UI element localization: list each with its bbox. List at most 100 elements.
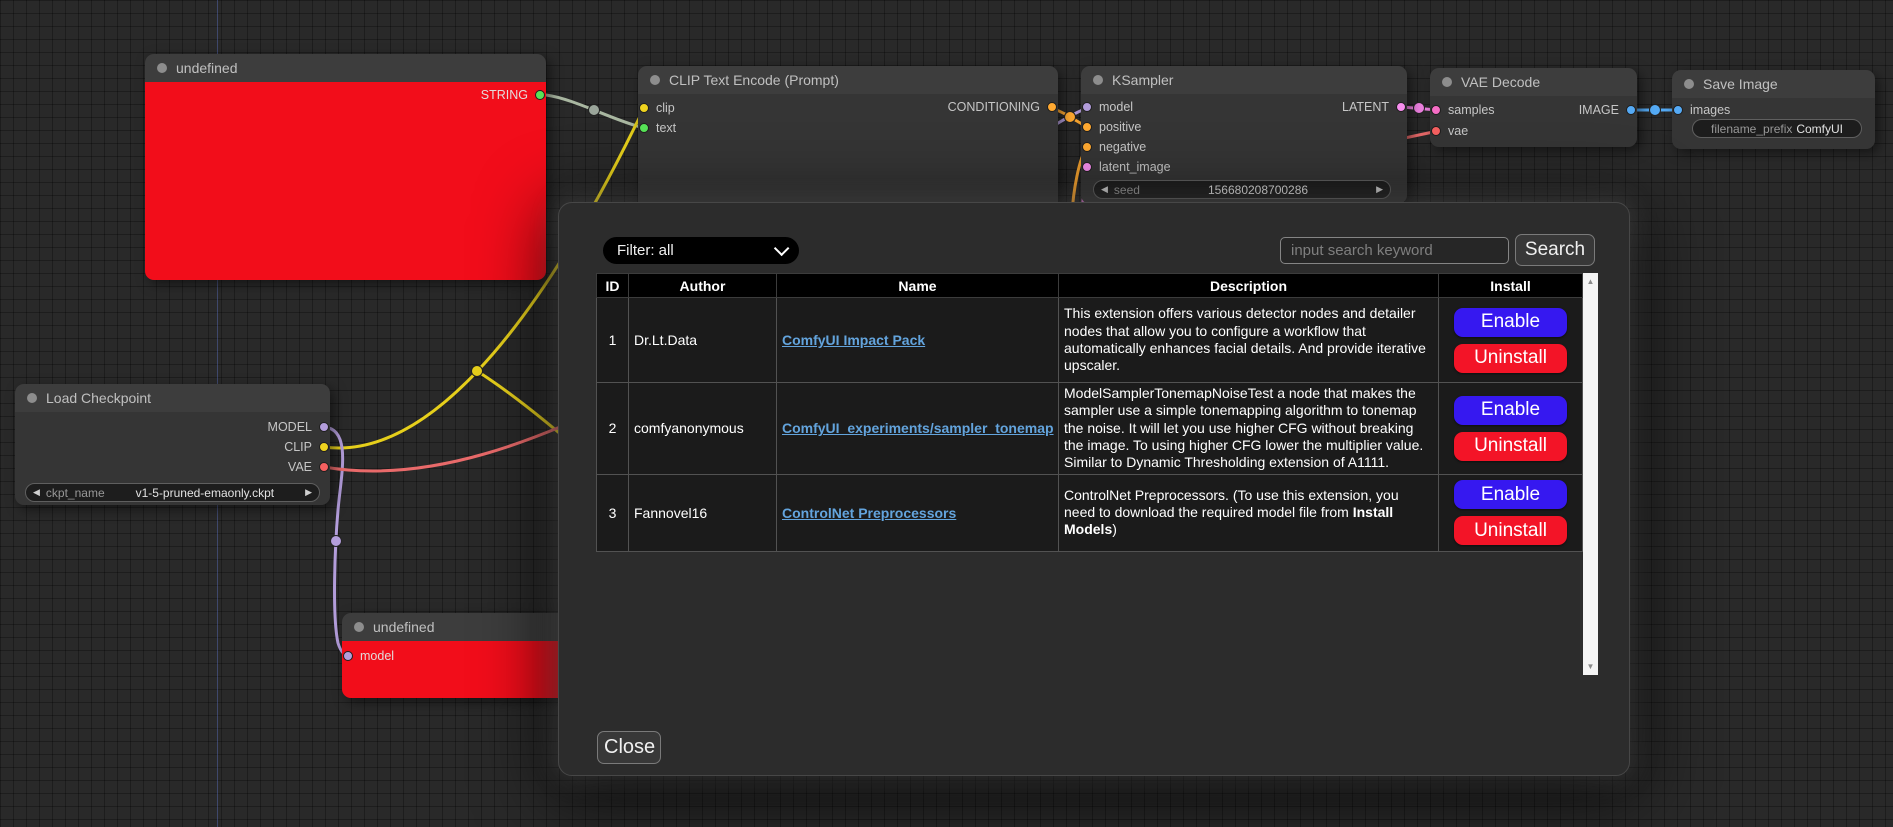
reroute-dot[interactable] xyxy=(589,105,600,116)
decrement-arrow-icon[interactable]: ◀ xyxy=(33,488,40,497)
node-ksampler[interactable]: KSampler model positive negative latent_… xyxy=(1081,66,1407,204)
collapse-dot-icon[interactable] xyxy=(27,393,37,403)
port-label: LATENT xyxy=(1342,100,1389,114)
port-label: IMAGE xyxy=(1579,103,1619,117)
collapse-dot-icon[interactable] xyxy=(1684,79,1694,89)
port-label: vae xyxy=(1448,124,1468,138)
node-header[interactable]: Save Image xyxy=(1672,70,1875,98)
node-clip-text-encode[interactable]: CLIP Text Encode (Prompt) clip text COND… xyxy=(638,66,1058,216)
node-title: Load Checkpoint xyxy=(46,390,151,406)
input-port-text[interactable] xyxy=(639,123,649,133)
table-row: 2 comfyanonymous ComfyUI_experiments/sam… xyxy=(597,383,1583,475)
node-header[interactable]: Load Checkpoint xyxy=(15,384,330,412)
port-label: model xyxy=(1099,100,1133,114)
filename-prefix-widget[interactable]: filename_prefix ComfyUI xyxy=(1692,119,1862,138)
ckpt-name-widget[interactable]: ◀ ckpt_name v1-5-pruned-emaonly.ckpt ▶ xyxy=(25,483,320,502)
port-label: samples xyxy=(1448,103,1495,117)
widget-value: v1-5-pruned-emaonly.ckpt xyxy=(105,486,305,500)
extension-link[interactable]: ControlNet Preprocessors xyxy=(782,505,956,521)
output-port-image[interactable] xyxy=(1626,105,1636,115)
output-port-conditioning[interactable] xyxy=(1047,102,1057,112)
input-port-model[interactable] xyxy=(1082,102,1092,112)
header-install: Install xyxy=(1439,274,1583,298)
uninstall-button[interactable]: Uninstall xyxy=(1454,432,1567,461)
uninstall-button[interactable]: Uninstall xyxy=(1454,344,1567,373)
search-input[interactable] xyxy=(1280,237,1509,264)
row-author: Dr.Lt.Data xyxy=(629,298,777,383)
port-label: STRING xyxy=(481,88,528,102)
collapse-dot-icon[interactable] xyxy=(157,63,167,73)
widget-label: seed xyxy=(1114,183,1140,197)
reroute-dot[interactable] xyxy=(1414,103,1425,114)
node-load-checkpoint[interactable]: Load Checkpoint MODEL CLIP VAE ◀ ckpt_na… xyxy=(15,384,330,505)
widget-label: filename_prefix xyxy=(1711,122,1792,136)
node-header[interactable]: undefined xyxy=(342,613,572,641)
header-id: ID xyxy=(597,274,629,298)
row-description: This extension offers various detector n… xyxy=(1059,298,1439,383)
output-port-vae[interactable] xyxy=(319,462,329,472)
port-label: clip xyxy=(656,101,675,115)
reroute-dot[interactable] xyxy=(1065,112,1076,123)
comfyui-canvas[interactable]: undefined STRING CLIP Text Encode (Promp… xyxy=(0,0,1893,827)
row-id: 3 xyxy=(597,474,629,551)
reroute-dot[interactable] xyxy=(472,366,483,377)
node-header[interactable]: KSampler xyxy=(1081,66,1407,94)
enable-button[interactable]: Enable xyxy=(1454,396,1567,425)
scroll-down-icon[interactable]: ▼ xyxy=(1587,658,1595,675)
node-title: KSampler xyxy=(1112,72,1173,88)
reroute-dot[interactable] xyxy=(331,536,342,547)
input-port-latent-image[interactable] xyxy=(1082,162,1092,172)
node-vae-decode[interactable]: VAE Decode samples vae IMAGE xyxy=(1430,68,1637,147)
decrement-arrow-icon[interactable]: ◀ xyxy=(1101,185,1108,194)
output-port-clip[interactable] xyxy=(319,442,329,452)
input-port-positive[interactable] xyxy=(1082,122,1092,132)
node-undefined-bottom[interactable]: undefined model xyxy=(342,613,572,698)
uninstall-button[interactable]: Uninstall xyxy=(1454,516,1567,545)
output-port-model[interactable] xyxy=(319,422,329,432)
table-scrollbar[interactable]: ▲ ▼ xyxy=(1583,273,1598,675)
increment-arrow-icon[interactable]: ▶ xyxy=(305,488,312,497)
collapse-dot-icon[interactable] xyxy=(1442,77,1452,87)
search-button[interactable]: Search xyxy=(1515,234,1595,266)
output-port-latent[interactable] xyxy=(1396,102,1406,112)
seed-widget[interactable]: ◀ seed 156680208700286 ▶ xyxy=(1093,180,1391,199)
port-label: latent_image xyxy=(1099,160,1171,174)
node-undefined-top[interactable]: undefined STRING xyxy=(145,54,546,280)
close-button[interactable]: Close xyxy=(597,731,661,764)
collapse-dot-icon[interactable] xyxy=(354,622,364,632)
node-title: CLIP Text Encode (Prompt) xyxy=(669,72,839,88)
port-label: negative xyxy=(1099,140,1146,154)
input-port-model[interactable] xyxy=(343,651,353,661)
table-row: 1 Dr.Lt.Data ComfyUI Impact Pack This ex… xyxy=(597,298,1583,383)
reroute-dot[interactable] xyxy=(1650,105,1661,116)
enable-button[interactable]: Enable xyxy=(1454,308,1567,337)
row-author: Fannovel16 xyxy=(629,474,777,551)
input-port-images[interactable] xyxy=(1673,105,1683,115)
node-header[interactable]: undefined xyxy=(145,54,546,82)
enable-button[interactable]: Enable xyxy=(1454,480,1567,509)
node-header[interactable]: VAE Decode xyxy=(1430,68,1637,96)
node-save-image[interactable]: Save Image images filename_prefix ComfyU… xyxy=(1672,70,1875,149)
extensions-table: ID Author Name Description Install 1 Dr.… xyxy=(596,273,1583,552)
input-port-samples[interactable] xyxy=(1431,105,1441,115)
filter-select[interactable]: Filter: all xyxy=(603,237,799,264)
collapse-dot-icon[interactable] xyxy=(1093,75,1103,85)
node-header[interactable]: CLIP Text Encode (Prompt) xyxy=(638,66,1058,94)
port-label: model xyxy=(360,649,394,663)
port-label: MODEL xyxy=(268,420,312,434)
input-port-negative[interactable] xyxy=(1082,142,1092,152)
output-port-string[interactable] xyxy=(535,90,545,100)
row-description: ControlNet Preprocessors. (To use this e… xyxy=(1059,474,1439,551)
row-id: 1 xyxy=(597,298,629,383)
input-port-vae[interactable] xyxy=(1431,126,1441,136)
table-row: 3 Fannovel16 ControlNet Preprocessors Co… xyxy=(597,474,1583,551)
scroll-up-icon[interactable]: ▲ xyxy=(1587,273,1595,290)
collapse-dot-icon[interactable] xyxy=(650,75,660,85)
increment-arrow-icon[interactable]: ▶ xyxy=(1376,185,1383,194)
node-title: undefined xyxy=(176,60,238,76)
widget-value: 156680208700286 xyxy=(1140,183,1376,197)
header-name: Name xyxy=(777,274,1059,298)
extension-link[interactable]: ComfyUI Impact Pack xyxy=(782,332,925,348)
extension-link[interactable]: ComfyUI_experiments/sampler_tonemap xyxy=(782,420,1054,436)
input-port-clip[interactable] xyxy=(639,103,649,113)
